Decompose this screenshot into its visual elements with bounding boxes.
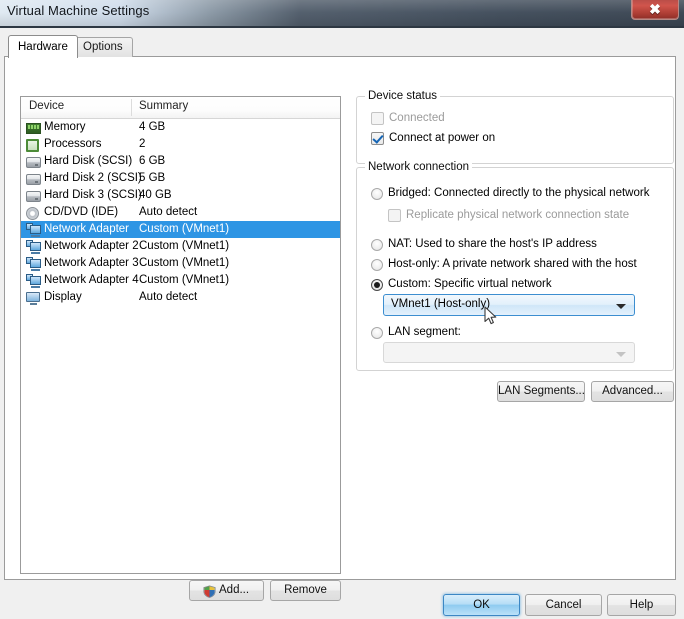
device-summary: 6 GB: [139, 155, 166, 167]
device-name: Network Adapter: [44, 223, 130, 235]
radio-custom-label: Custom: Specific virtual network: [388, 278, 552, 290]
device-name: Hard Disk (SCSI): [44, 155, 133, 167]
radio-lan-segment-dot: [371, 327, 383, 339]
close-button[interactable]: ✖: [631, 0, 679, 20]
radio-nat-dot: [371, 239, 383, 251]
chevron-down-icon: [616, 304, 626, 309]
device-name: Processors: [44, 138, 102, 150]
network-adapter-icon: [26, 240, 41, 254]
network-connection-group: Network connection Bridged: Connected di…: [356, 161, 674, 371]
network-adapter-icon: [26, 257, 41, 271]
chevron-down-icon: [616, 352, 626, 357]
custom-network-value: VMnet1 (Host-only): [391, 298, 491, 310]
network-connection-group-title: Network connection: [365, 161, 472, 173]
hard-disk-icon: [26, 155, 41, 169]
tab-options[interactable]: Options: [73, 37, 133, 57]
device-status-group: Device status Connected Connect at power…: [356, 90, 674, 164]
shield-icon: [203, 585, 216, 598]
device-status-group-title: Device status: [365, 90, 441, 102]
device-summary: Auto detect: [139, 291, 198, 303]
list-item[interactable]: Display Auto detect: [21, 289, 340, 306]
window-title: Virtual Machine Settings: [7, 3, 150, 18]
close-icon: ✖: [649, 1, 661, 17]
radio-bridged-dot: [371, 188, 383, 200]
device-summary: Auto detect: [139, 206, 198, 218]
radio-host-only-label: Host-only: A private network shared with…: [388, 258, 637, 270]
device-name: Network Adapter 4: [44, 274, 139, 286]
device-list[interactable]: Device Summary Memory 4 GB Processors 2 …: [20, 96, 341, 574]
device-list-rows: Memory 4 GB Processors 2 Hard Disk (SCSI…: [21, 119, 340, 306]
device-summary: 2: [139, 138, 146, 150]
list-item[interactable]: CD/DVD (IDE) Auto detect: [21, 204, 340, 221]
network-adapter-icon: [26, 274, 41, 288]
hard-disk-icon: [26, 172, 41, 186]
radio-nat-label: NAT: Used to share the host's IP address: [388, 238, 597, 250]
remove-device-button[interactable]: Remove: [270, 580, 341, 601]
device-summary: 4 GB: [139, 121, 166, 133]
device-name: CD/DVD (IDE): [44, 206, 119, 218]
device-list-header: Device Summary: [21, 97, 340, 119]
advanced-button[interactable]: Advanced...: [591, 381, 674, 402]
device-name: Display: [44, 291, 82, 303]
connected-checkbox: [371, 112, 384, 125]
processor-icon: [26, 138, 41, 152]
radio-custom-dot: [371, 279, 383, 291]
list-item[interactable]: Memory 4 GB: [21, 119, 340, 136]
radio-lan-segment-label: LAN segment:: [388, 326, 461, 338]
add-device-label: Add...: [219, 584, 250, 596]
lan-segment-dropdown: [383, 342, 635, 363]
replicate-state-checkbox: [388, 209, 401, 222]
device-summary: Custom (VMnet1): [139, 223, 230, 235]
window-titlebar[interactable]: Virtual Machine Settings ✖: [0, 0, 684, 26]
display-icon: [26, 291, 41, 305]
radio-bridged-label: Bridged: Connected directly to the physi…: [388, 187, 650, 199]
list-item-selected[interactable]: Network Adapter Custom (VMnet1): [21, 221, 340, 238]
device-name: Hard Disk 2 (SCSI): [44, 172, 142, 184]
list-item[interactable]: Network Adapter 2 Custom (VMnet1): [21, 238, 340, 255]
connected-label: Connected: [389, 112, 445, 124]
list-item[interactable]: Network Adapter 3 Custom (VMnet1): [21, 255, 340, 272]
custom-network-dropdown[interactable]: VMnet1 (Host-only): [383, 294, 635, 316]
cancel-button[interactable]: Cancel: [525, 594, 602, 616]
add-device-button[interactable]: Add...: [189, 580, 264, 601]
replicate-state-label: Replicate physical network connection st…: [406, 209, 630, 221]
column-header-summary[interactable]: Summary: [139, 100, 188, 112]
list-item[interactable]: Hard Disk (SCSI) 6 GB: [21, 153, 340, 170]
list-item[interactable]: Network Adapter 4 Custom (VMnet1): [21, 272, 340, 289]
device-name: Hard Disk 3 (SCSI): [44, 189, 142, 201]
device-name: Memory: [44, 121, 86, 133]
radio-host-only-dot: [371, 259, 383, 271]
memory-icon: [26, 121, 41, 135]
connect-at-power-on-checkbox[interactable]: [371, 132, 384, 145]
column-divider[interactable]: [131, 99, 132, 116]
device-summary: 5 GB: [139, 172, 166, 184]
tab-hardware[interactable]: Hardware: [8, 35, 78, 58]
dialog-body: Hardware Options Device Summary Memory 4…: [0, 28, 684, 619]
device-name: Network Adapter 2: [44, 240, 139, 252]
column-header-device[interactable]: Device: [29, 100, 64, 112]
connect-at-power-on-label: Connect at power on: [389, 132, 496, 144]
list-item[interactable]: Hard Disk 3 (SCSI) 40 GB: [21, 187, 340, 204]
network-adapter-icon: [26, 223, 41, 237]
hard-disk-icon: [26, 189, 41, 203]
device-summary: 40 GB: [139, 189, 172, 201]
cd-dvd-icon: [26, 206, 41, 220]
lan-segments-button[interactable]: LAN Segments...: [497, 381, 585, 402]
list-item[interactable]: Processors 2: [21, 136, 340, 153]
device-summary: Custom (VMnet1): [139, 257, 230, 269]
help-button[interactable]: Help: [607, 594, 676, 616]
list-item[interactable]: Hard Disk 2 (SCSI) 5 GB: [21, 170, 340, 187]
device-name: Network Adapter 3: [44, 257, 139, 269]
device-summary: Custom (VMnet1): [139, 274, 230, 286]
ok-button[interactable]: OK: [443, 594, 520, 616]
device-summary: Custom (VMnet1): [139, 240, 230, 252]
